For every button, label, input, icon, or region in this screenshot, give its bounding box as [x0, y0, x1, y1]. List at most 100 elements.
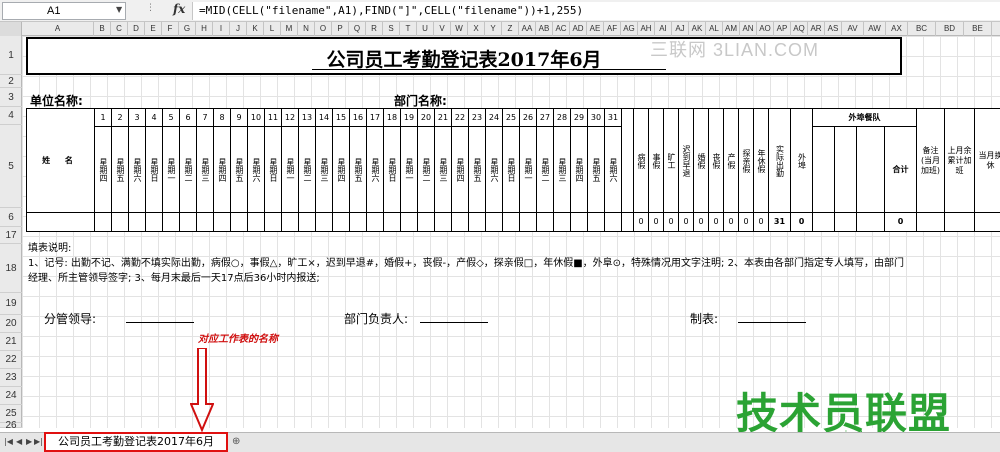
dept-head-label[interactable]: 部门负责人:: [344, 310, 408, 327]
row-header-6[interactable]: 6: [0, 208, 22, 227]
day-number[interactable]: 16: [349, 108, 367, 127]
day-entry-cell[interactable]: [400, 212, 418, 232]
weekday-cell[interactable]: 星期四: [94, 126, 112, 213]
row-header-20[interactable]: 20: [0, 315, 22, 333]
summary-col-header[interactable]: 上月余累计加班: [944, 108, 975, 213]
day-entry-cell[interactable]: [298, 212, 316, 232]
weekday-cell[interactable]: 星期六: [485, 126, 503, 213]
outside-blank-cell[interactable]: [812, 126, 835, 213]
day-entry-cell[interactable]: [264, 212, 282, 232]
column-header-ap[interactable]: AP: [774, 22, 791, 36]
column-header-ae[interactable]: AE: [587, 22, 604, 36]
day-entry-cell[interactable]: [111, 212, 129, 232]
column-header-af[interactable]: AF: [604, 22, 621, 36]
leave-count-cell[interactable]: 0: [678, 212, 694, 232]
row-header-22[interactable]: 22: [0, 351, 22, 369]
drag-handle-icon[interactable]: ⋮: [146, 3, 156, 13]
day-entry-cell[interactable]: [434, 212, 452, 232]
weekday-cell[interactable]: 星期五: [468, 126, 486, 213]
column-header-aq[interactable]: AQ: [791, 22, 808, 36]
dept-label[interactable]: 部门名称:: [394, 92, 447, 109]
next-sheet-icon[interactable]: ▶: [26, 437, 32, 446]
day-number[interactable]: 5: [162, 108, 180, 127]
column-header-s[interactable]: S: [383, 22, 400, 36]
row-header-5[interactable]: 5: [0, 125, 22, 208]
column-header-l[interactable]: L: [264, 22, 281, 36]
day-entry-cell[interactable]: [196, 212, 214, 232]
summary-col-header[interactable]: 当月换休: [974, 108, 1000, 213]
day-entry-cell[interactable]: [315, 212, 333, 232]
day-entry-cell[interactable]: [536, 212, 554, 232]
leave-type-header[interactable]: 婚假: [693, 108, 709, 213]
leave-count-cell[interactable]: 0: [648, 212, 664, 232]
unit-label[interactable]: 单位名称:: [30, 92, 83, 109]
spacer-cell[interactable]: [621, 108, 634, 213]
leave-type-header[interactable]: 事假: [648, 108, 664, 213]
weekday-cell[interactable]: 星期五: [349, 126, 367, 213]
leave-type-header[interactable]: 探亲假: [738, 108, 754, 213]
outside-header[interactable]: 外埠餐队: [812, 108, 917, 127]
day-number[interactable]: 30: [587, 108, 605, 127]
column-header-i[interactable]: I: [213, 22, 230, 36]
day-number[interactable]: 24: [485, 108, 503, 127]
day-number[interactable]: 14: [315, 108, 333, 127]
column-header-bc[interactable]: BC: [908, 22, 936, 36]
row-header-23[interactable]: 23: [0, 369, 22, 387]
column-header-b[interactable]: B: [94, 22, 111, 36]
day-entry-cell[interactable]: [383, 212, 401, 232]
leave-count-cell[interactable]: 0: [633, 212, 649, 232]
weekday-cell[interactable]: 星期二: [536, 126, 554, 213]
day-number[interactable]: 15: [332, 108, 350, 127]
outside-blank-cell[interactable]: [812, 212, 835, 232]
day-number[interactable]: 17: [366, 108, 384, 127]
day-number[interactable]: 2: [111, 108, 129, 127]
column-header-ar[interactable]: AR: [808, 22, 825, 36]
cell-grid[interactable]: [22, 36, 1000, 428]
day-number[interactable]: 19: [400, 108, 418, 127]
leave-type-header[interactable]: 产假: [723, 108, 739, 213]
outside-blank-cell[interactable]: [834, 126, 857, 213]
name-box[interactable]: A1: [2, 2, 126, 20]
day-entry-cell[interactable]: [213, 212, 231, 232]
day-number[interactable]: 9: [230, 108, 248, 127]
leave-type-header[interactable]: 外埠: [790, 108, 813, 213]
column-header-z[interactable]: Z: [502, 22, 519, 36]
select-all-corner[interactable]: [0, 22, 22, 36]
weekday-cell[interactable]: 星期五: [230, 126, 248, 213]
day-entry-cell[interactable]: [587, 212, 605, 232]
weekday-cell[interactable]: 星期二: [417, 126, 435, 213]
column-header-x[interactable]: X: [468, 22, 485, 36]
weekday-cell[interactable]: 星期五: [587, 126, 605, 213]
leave-count-cell[interactable]: 0: [693, 212, 709, 232]
column-header-t[interactable]: T: [400, 22, 417, 36]
summary-value-cell[interactable]: [916, 212, 945, 232]
outside-blank-cell[interactable]: [856, 126, 885, 213]
name-header[interactable]: 姓 名: [26, 108, 95, 213]
column-header-u[interactable]: U: [417, 22, 434, 36]
column-header-g[interactable]: G: [179, 22, 196, 36]
row-header-4[interactable]: 4: [0, 107, 22, 125]
day-number[interactable]: 12: [281, 108, 299, 127]
spacer-cell[interactable]: [621, 212, 634, 232]
column-header-v[interactable]: V: [434, 22, 451, 36]
day-number[interactable]: 29: [570, 108, 588, 127]
subtotal-header[interactable]: 合计: [884, 126, 917, 213]
column-header-k[interactable]: K: [247, 22, 264, 36]
column-header-ab[interactable]: AB: [536, 22, 553, 36]
column-header-ao[interactable]: AO: [757, 22, 774, 36]
summary-value-cell[interactable]: [974, 212, 1000, 232]
day-number[interactable]: 28: [553, 108, 571, 127]
weekday-cell[interactable]: 星期六: [128, 126, 146, 213]
day-entry-cell[interactable]: [179, 212, 197, 232]
day-entry-cell[interactable]: [468, 212, 486, 232]
column-header-ax[interactable]: AX: [886, 22, 908, 36]
day-number[interactable]: 22: [451, 108, 469, 127]
weekday-cell[interactable]: 星期三: [315, 126, 333, 213]
first-sheet-icon[interactable]: |◀: [4, 437, 13, 446]
day-number[interactable]: 8: [213, 108, 231, 127]
maker-label[interactable]: 制表:: [690, 310, 718, 327]
weekday-cell[interactable]: 星期五: [111, 126, 129, 213]
row-header-18[interactable]: 18: [0, 244, 22, 293]
column-header-bd[interactable]: BD: [936, 22, 964, 36]
day-entry-cell[interactable]: [451, 212, 469, 232]
